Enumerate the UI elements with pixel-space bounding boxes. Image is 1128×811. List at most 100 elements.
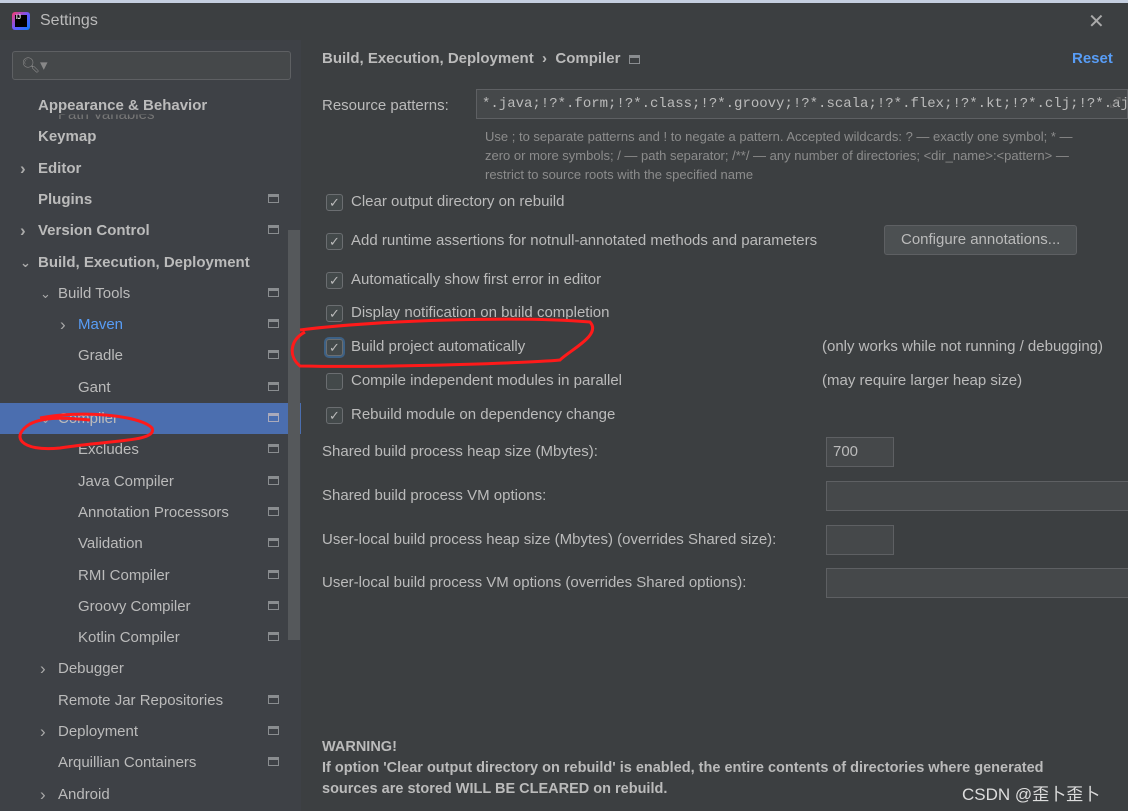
sidebar-item-android[interactable]: › Android: [0, 779, 289, 810]
sidebar-item-validation[interactable]: Validation: [0, 528, 289, 559]
project-scope-icon: [268, 632, 279, 642]
sidebar-item-plugins[interactable]: Plugins: [0, 184, 289, 215]
project-scope-icon: [268, 726, 279, 735]
sidebar-item-version-control[interactable]: › Version Control: [0, 215, 289, 246]
project-scope-icon: [268, 225, 279, 235]
sidebar-item-label: Maven: [78, 316, 124, 334]
reset-link[interactable]: Reset: [1072, 50, 1113, 67]
sidebar-item-gradle[interactable]: Gradle: [0, 340, 289, 371]
project-scope-icon: [268, 350, 279, 360]
breadcrumb: Build, Execution, Deployment › Compiler: [322, 50, 640, 67]
sidebar-item-compiler[interactable]: ⌄ Compiler: [0, 403, 301, 434]
sidebar-item-excludes[interactable]: Excludes: [0, 434, 289, 465]
sidebar-scrollbar[interactable]: [288, 230, 300, 640]
expand-icon[interactable]: ⤢: [1109, 94, 1121, 111]
sidebar-item-build-execution-deployment[interactable]: ⌄ Build, Execution, Deployment: [0, 247, 289, 278]
chevron-right-icon[interactable]: ›: [40, 716, 46, 747]
sidebar-item-groovy-compiler[interactable]: Groovy Compiler: [0, 591, 289, 622]
project-scope-icon: [268, 381, 279, 391]
project-scope-icon: [268, 287, 279, 297]
field-input[interactable]: [826, 568, 1128, 598]
breadcrumb-current: Compiler: [555, 50, 621, 67]
warning-line: sources are stored WILL BE CLEARED on re…: [322, 781, 668, 797]
field-label: User-local build process heap size (Mbyt…: [322, 531, 777, 548]
project-scope-icon: [268, 694, 279, 704]
checkbox-label[interactable]: Automatically show first error in editor: [351, 271, 601, 288]
sidebar-item-appearance-behavior[interactable]: Appearance & Behavior: [0, 90, 289, 121]
breadcrumb-parent[interactable]: Build, Execution, Deployment: [322, 50, 534, 67]
checkbox-label[interactable]: Add runtime assertions for notnull-annot…: [351, 232, 817, 249]
sidebar-item-label: Editor: [38, 159, 82, 177]
sidebar-item-label: Remote Jar Repositories: [58, 691, 224, 709]
sidebar-item-rmi-compiler[interactable]: RMI Compiler: [0, 560, 289, 591]
search-input[interactable]: 🔍︎▾: [12, 51, 291, 80]
sidebar-item-debugger[interactable]: › Debugger: [0, 653, 289, 684]
sidebar-item-label: Java Compiler: [78, 472, 174, 490]
chevron-down-icon[interactable]: ⌄: [40, 278, 51, 309]
chevron-right-icon[interactable]: ›: [20, 215, 26, 246]
sidebar-item-annotation-processors[interactable]: Annotation Processors: [0, 497, 289, 528]
chevron-right-icon[interactable]: ›: [20, 153, 26, 184]
chevron-right-icon[interactable]: ›: [60, 309, 66, 340]
sidebar-item-arquillian-containers[interactable]: Arquillian Containers: [0, 747, 289, 778]
checkbox[interactable]: ✓: [326, 194, 343, 211]
checkbox-label[interactable]: Rebuild module on dependency change: [351, 406, 615, 423]
project-scope-icon: [268, 475, 279, 485]
sidebar-item-label: Keymap: [38, 128, 97, 146]
sidebar-item-keymap[interactable]: Keymap: [0, 121, 289, 152]
sidebar-item-gant[interactable]: Gant: [0, 372, 289, 403]
compiler-panel: Build, Execution, Deployment › Compiler …: [301, 40, 1128, 811]
sidebar-item-label: Version Control: [38, 222, 150, 240]
project-scope-icon: [268, 319, 279, 329]
window-title: Settings: [40, 12, 98, 29]
sidebar-item-build-tools[interactable]: ⌄ Build Tools: [0, 278, 289, 309]
warning-line: If option 'Clear output directory on reb…: [322, 760, 1044, 776]
close-icon[interactable]: ✕: [1088, 9, 1105, 34]
project-scope-icon: [268, 444, 279, 454]
checkbox[interactable]: ✓: [326, 339, 343, 356]
checkbox-label[interactable]: Display notification on build completion: [351, 304, 609, 321]
sidebar-item-label: Gant: [78, 378, 111, 396]
field-value: 700: [833, 443, 859, 460]
warning: WARNING! If option 'Clear output directo…: [322, 737, 1044, 800]
sidebar-item-label: RMI Compiler: [78, 566, 170, 584]
sidebar-item-java-compiler[interactable]: Java Compiler: [0, 466, 289, 497]
sidebar-item-label: Deployment: [58, 723, 139, 740]
checkbox-label[interactable]: Clear output directory on rebuild: [351, 193, 564, 210]
checkbox[interactable]: ✓: [326, 305, 343, 322]
checkbox-label[interactable]: Compile independent modules in parallel: [351, 372, 622, 389]
sidebar-item-label: Appearance & Behavior: [38, 97, 208, 114]
resource-patterns-label: Resource patterns:: [322, 97, 449, 114]
resource-patterns-input[interactable]: *.java;!?*.form;!?*.class;!?*.groovy;!?*…: [476, 89, 1128, 119]
project-scope-icon: [628, 54, 640, 64]
chevron-down-icon[interactable]: ⌄: [20, 247, 31, 278]
sidebar-item-editor[interactable]: › Editor: [0, 153, 289, 184]
field-input[interactable]: [826, 481, 1128, 511]
sidebar-item-label: Plugins: [38, 190, 93, 208]
sidebar-item-deployment[interactable]: › Deployment: [0, 716, 289, 747]
sidebar-item-label: Gradle: [78, 347, 124, 365]
field-input[interactable]: 700: [826, 437, 894, 467]
sidebar-item-maven[interactable]: › Maven: [0, 309, 289, 340]
checkbox[interactable]: ✓: [326, 407, 343, 424]
checkbox-note: (only works while not running / debuggin…: [822, 338, 1103, 355]
checkbox-note: (may require larger heap size): [822, 372, 1023, 389]
sidebar-item-remote-jar-repositories[interactable]: Remote Jar Repositories: [0, 685, 289, 716]
resource-patterns-hint: Use ; to separate patterns and ! to nega…: [485, 129, 1073, 182]
chevron-right-icon[interactable]: ›: [40, 779, 46, 810]
chevron-right-icon[interactable]: ›: [40, 653, 46, 684]
intellij-logo-icon: IJ: [12, 12, 30, 30]
sidebar-item-kotlin-compiler[interactable]: Kotlin Compiler: [0, 622, 289, 653]
field-input[interactable]: [826, 525, 894, 555]
project-scope-icon: [268, 757, 279, 767]
field-label: Shared build process heap size (Mbytes):: [322, 443, 598, 460]
checkbox[interactable]: [326, 373, 343, 390]
checkbox-label[interactable]: Build project automatically: [351, 338, 525, 355]
search-icon: 🔍︎▾: [21, 57, 48, 74]
chevron-down-icon[interactable]: ⌄: [40, 403, 51, 434]
configure-annotations-button[interactable]: Configure annotations...: [884, 225, 1078, 255]
checkbox[interactable]: ✓: [326, 233, 343, 250]
checkbox[interactable]: ✓: [326, 272, 343, 289]
field-label: Shared build process VM options:: [322, 487, 547, 504]
project-scope-icon: [268, 538, 279, 548]
